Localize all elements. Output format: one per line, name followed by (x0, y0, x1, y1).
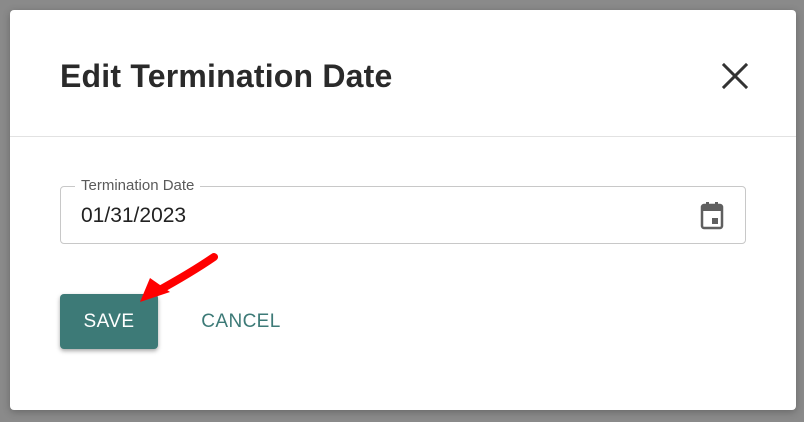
termination-date-value[interactable]: 01/31/2023 (81, 203, 681, 229)
close-icon (721, 62, 749, 90)
dialog-header: Edit Termination Date (10, 10, 796, 137)
calendar-icon (700, 202, 724, 230)
cancel-button[interactable]: CANCEL (188, 294, 294, 349)
calendar-button[interactable] (695, 200, 729, 232)
close-button[interactable] (717, 58, 753, 94)
termination-date-field[interactable]: Termination Date 01/31/2023 (60, 177, 746, 244)
save-button[interactable]: SAVE (60, 294, 158, 349)
edit-termination-date-dialog: Edit Termination Date Termination Date 0… (10, 10, 796, 410)
dialog-title: Edit Termination Date (60, 58, 393, 94)
termination-date-label: Termination Date (75, 177, 201, 195)
